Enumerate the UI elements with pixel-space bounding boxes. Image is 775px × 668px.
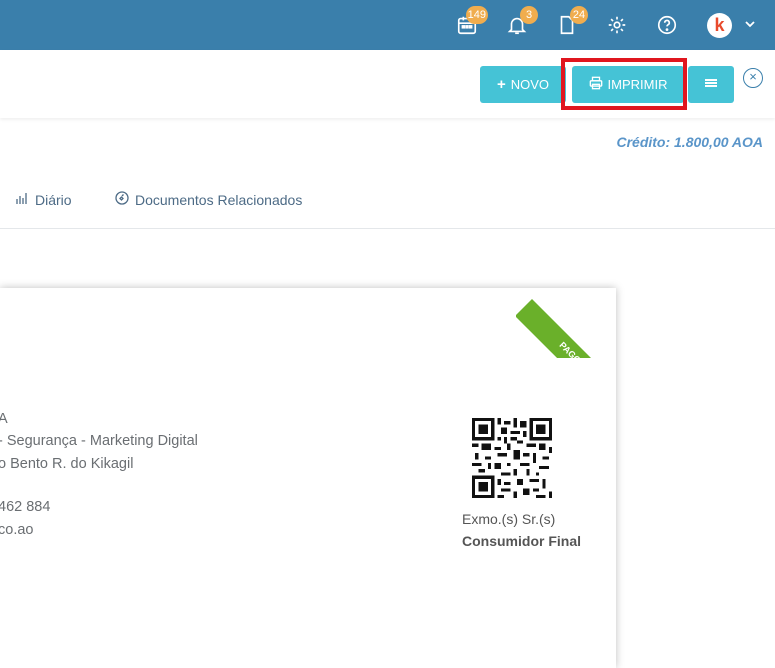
print-button-label: IMPRIMIR: [607, 77, 668, 92]
issuer-line: - Segurança - Marketing Digital: [0, 433, 198, 449]
printer-icon: [589, 76, 603, 93]
gear-icon[interactable]: [606, 14, 628, 36]
new-button-label: NOVO: [510, 77, 550, 92]
issuer-line: A: [0, 411, 8, 427]
qr-code-icon: [472, 418, 552, 498]
bell-icon[interactable]: 3: [506, 6, 538, 36]
notification-badge: 3: [520, 6, 538, 24]
print-button[interactable]: IMPRIMIR: [572, 66, 684, 103]
issuer-line: co.ao: [0, 522, 34, 538]
issuer-line: o Bento R. do Kikagil: [0, 456, 134, 472]
help-icon[interactable]: [656, 14, 678, 36]
credit-balance: Crédito: 1.800,00 AOA: [616, 134, 763, 150]
chevron-down-icon[interactable]: [744, 17, 756, 29]
calendar-icon[interactable]: 149: [456, 6, 488, 36]
document-badge: 24: [570, 6, 588, 24]
menu-icon: [705, 77, 717, 92]
client-name: Consumidor Final: [462, 533, 581, 549]
avatar[interactable]: k: [707, 13, 732, 38]
paid-ribbon: PAGO: [516, 283, 621, 358]
avatar-logo-icon: k: [714, 15, 725, 35]
document-icon[interactable]: 24: [556, 6, 588, 36]
link-icon: [114, 190, 130, 209]
new-button[interactable]: + NOVO: [480, 66, 566, 103]
paid-ribbon-label: PAGO: [557, 340, 583, 358]
client-label: Exmo.(s) Sr.(s): [462, 511, 556, 527]
action-bar: + NOVO IMPRIMIR: [0, 50, 775, 118]
tab-bar: Diário Documentos Relacionados: [0, 178, 775, 229]
tab-label: Diário: [35, 191, 72, 208]
close-icon[interactable]: ×: [743, 68, 763, 88]
menu-button[interactable]: [688, 66, 734, 103]
tab-documentos-relacionados[interactable]: Documentos Relacionados: [114, 190, 302, 209]
plus-icon: +: [496, 76, 506, 93]
top-navbar: 149 3 24 k: [0, 0, 775, 50]
calendar-badge: 149: [465, 6, 488, 24]
tab-diario[interactable]: Diário: [14, 190, 72, 209]
issuer-line: 462 884: [0, 499, 51, 515]
tab-label: Documentos Relacionados: [135, 191, 303, 208]
chart-icon: [14, 190, 30, 209]
